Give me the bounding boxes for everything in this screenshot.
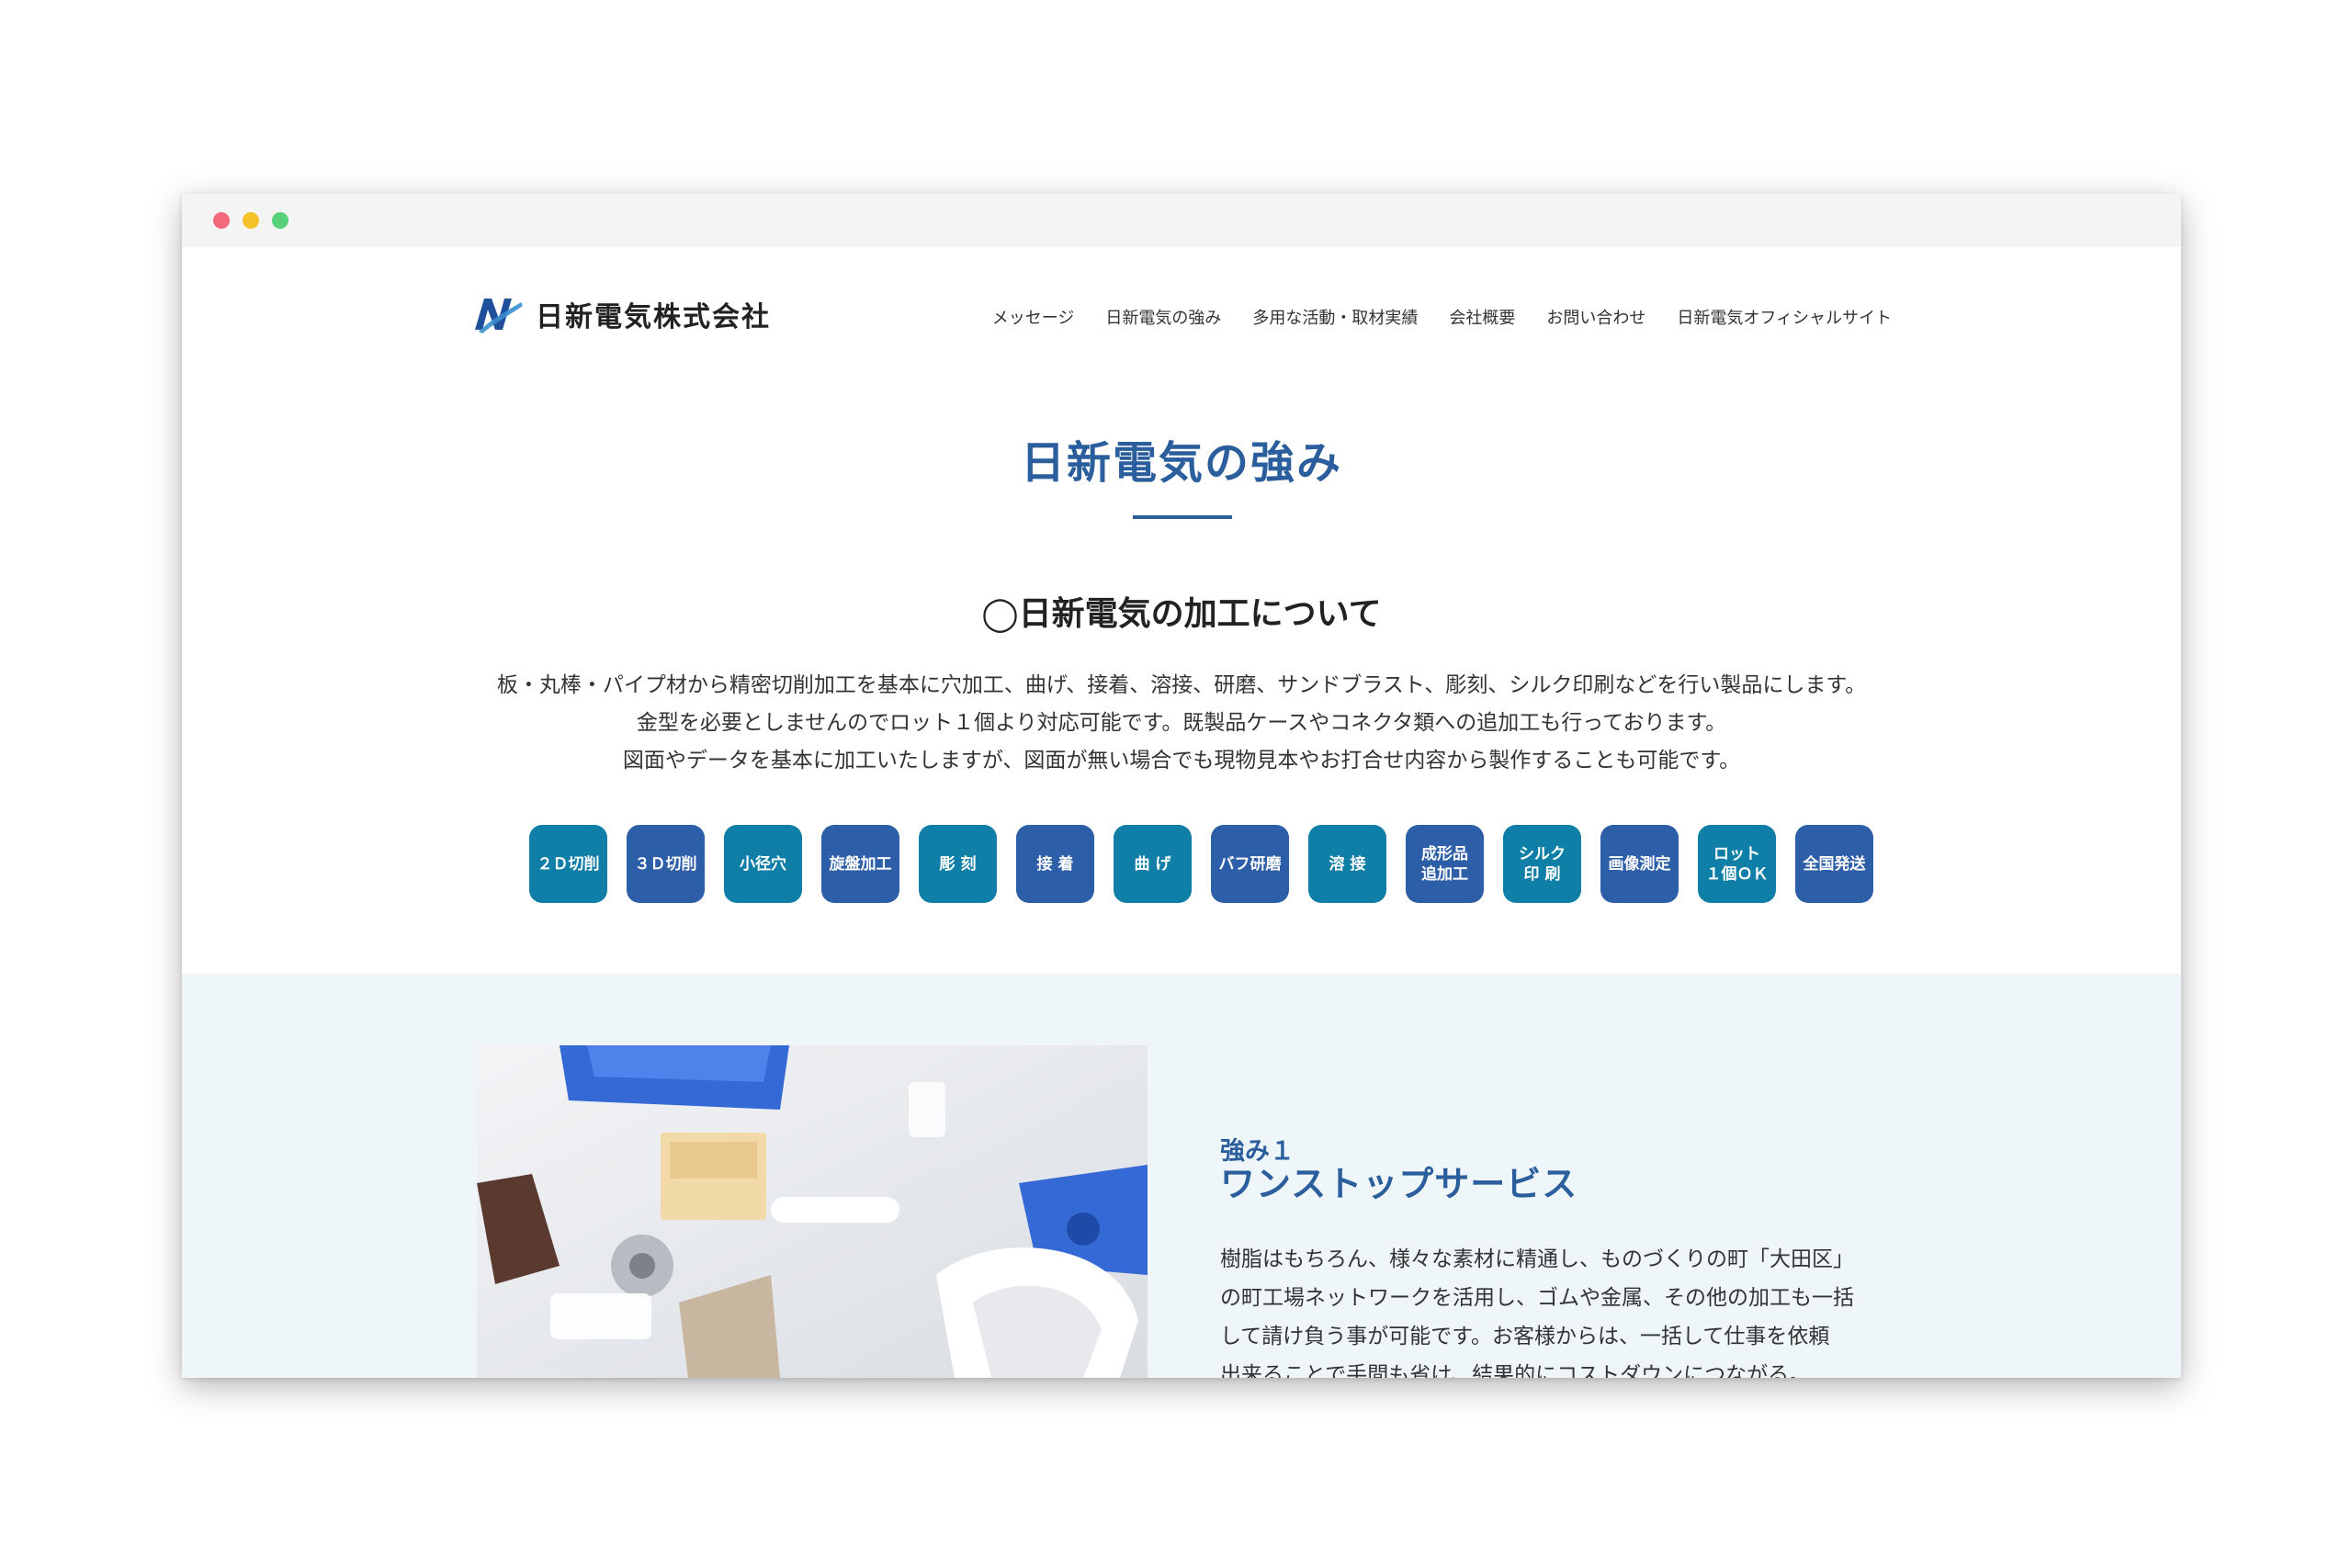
strength-title: ワンストップサービス	[1220, 1164, 1578, 1204]
badge-silk-printing[interactable]: シルク 印 刷	[1503, 825, 1581, 903]
page-title: 日新電気の強み	[1020, 437, 1342, 489]
nav-item-strengths[interactable]: 日新電気の強み	[1105, 305, 1221, 329]
maximize-window-button[interactable]	[272, 212, 288, 229]
badge-engraving[interactable]: 彫 刻	[919, 825, 997, 903]
badge-image-measurement[interactable]: 画像測定	[1600, 825, 1679, 903]
strength-body: 樹脂はもちろん、様々な素材に精通し、ものづくりの町「大田区」 の町工場ネットワー…	[1220, 1240, 1918, 1378]
section-subtitle: ◯日新電気の加工について	[981, 595, 1382, 633]
badge-3d-cutting[interactable]: ３Ｄ切削	[627, 825, 705, 903]
badge-lot-one-ok[interactable]: ロット １個ＯＫ	[1698, 825, 1776, 903]
minimize-window-button[interactable]	[243, 212, 259, 229]
browser-window: 日新電気株式会社 メッセージ 日新電気の強み 多用な活動・取材実績 会社概要 お…	[182, 194, 2181, 1378]
nav-item-message[interactable]: メッセージ	[992, 305, 1075, 329]
logo-text: 日新電気株式会社	[536, 301, 771, 333]
main-nav: メッセージ 日新電気の強み 多用な活動・取材実績 会社概要 お問い合わせ 日新電…	[992, 305, 1892, 329]
nav-item-official-site[interactable]: 日新電気オフィシャルサイト	[1677, 305, 1892, 329]
nav-item-company[interactable]: 会社概要	[1449, 305, 1515, 329]
strength-body-line: して請け負う事が可能です。お客様からは、一括して仕事を依頼	[1220, 1325, 1830, 1348]
strength-body-line: の町工場ネットワークを活用し、ゴムや金属、その他の加工も一括	[1220, 1286, 1854, 1310]
intro-text: 板・丸棒・パイプ材から精密切削加工を基本に穴加工、曲げ、接着、溶接、研磨、サンド…	[182, 667, 2181, 780]
badge-buffing[interactable]: バフ研磨	[1211, 825, 1289, 903]
browser-titlebar	[182, 194, 2181, 247]
product-photo	[477, 1045, 1148, 1378]
title-underline	[1133, 515, 1232, 519]
site-logo[interactable]: 日新電気株式会社	[471, 293, 771, 335]
strength-body-line: 樹脂はもちろん、様々な素材に精通し、ものづくりの町「大田区」	[1220, 1247, 1854, 1271]
badge-welding[interactable]: 溶 接	[1308, 825, 1386, 903]
intro-line: 金型を必要としませんのでロット１個より対応可能です。既製品ケースやコネクタ類への…	[636, 711, 1727, 735]
badge-nationwide-shipping[interactable]: 全国発送	[1795, 825, 1873, 903]
badge-small-hole[interactable]: 小径穴	[724, 825, 802, 903]
close-window-button[interactable]	[213, 212, 230, 229]
badge-lathe[interactable]: 旋盤加工	[821, 825, 899, 903]
page-content: 日新電気株式会社 メッセージ 日新電気の強み 多用な活動・取材実績 会社概要 お…	[182, 247, 2181, 1378]
badge-2d-cutting[interactable]: ２Ｄ切削	[529, 825, 607, 903]
nav-item-activities[interactable]: 多用な活動・取材実績	[1252, 305, 1418, 329]
intro-line: 図面やデータを基本に加工いたしますが、図面が無い場合でも現物見本やお打合せ内容か…	[622, 749, 1741, 773]
logo-mark-icon	[471, 293, 525, 335]
badge-bending[interactable]: 曲 げ	[1114, 825, 1192, 903]
nav-item-contact[interactable]: お問い合わせ	[1546, 305, 1645, 329]
badge-molded-processing[interactable]: 成形品 追加工	[1406, 825, 1484, 903]
intro-line: 板・丸棒・パイプ材から精密切削加工を基本に穴加工、曲げ、接着、溶接、研磨、サンド…	[496, 673, 1867, 697]
service-badges: ２Ｄ切削 ３Ｄ切削 小径穴 旋盤加工 彫 刻 接 着 曲 げ バフ研磨 溶 接 …	[529, 825, 1873, 903]
badge-bonding[interactable]: 接 着	[1016, 825, 1094, 903]
strength-section: 強み１ ワンストップサービス 樹脂はもちろん、様々な素材に精通し、ものづくりの町…	[182, 974, 2181, 1378]
strength-body-line: 出来ることで手間も省け、結果的にコストダウンにつながる。	[1220, 1363, 1811, 1378]
